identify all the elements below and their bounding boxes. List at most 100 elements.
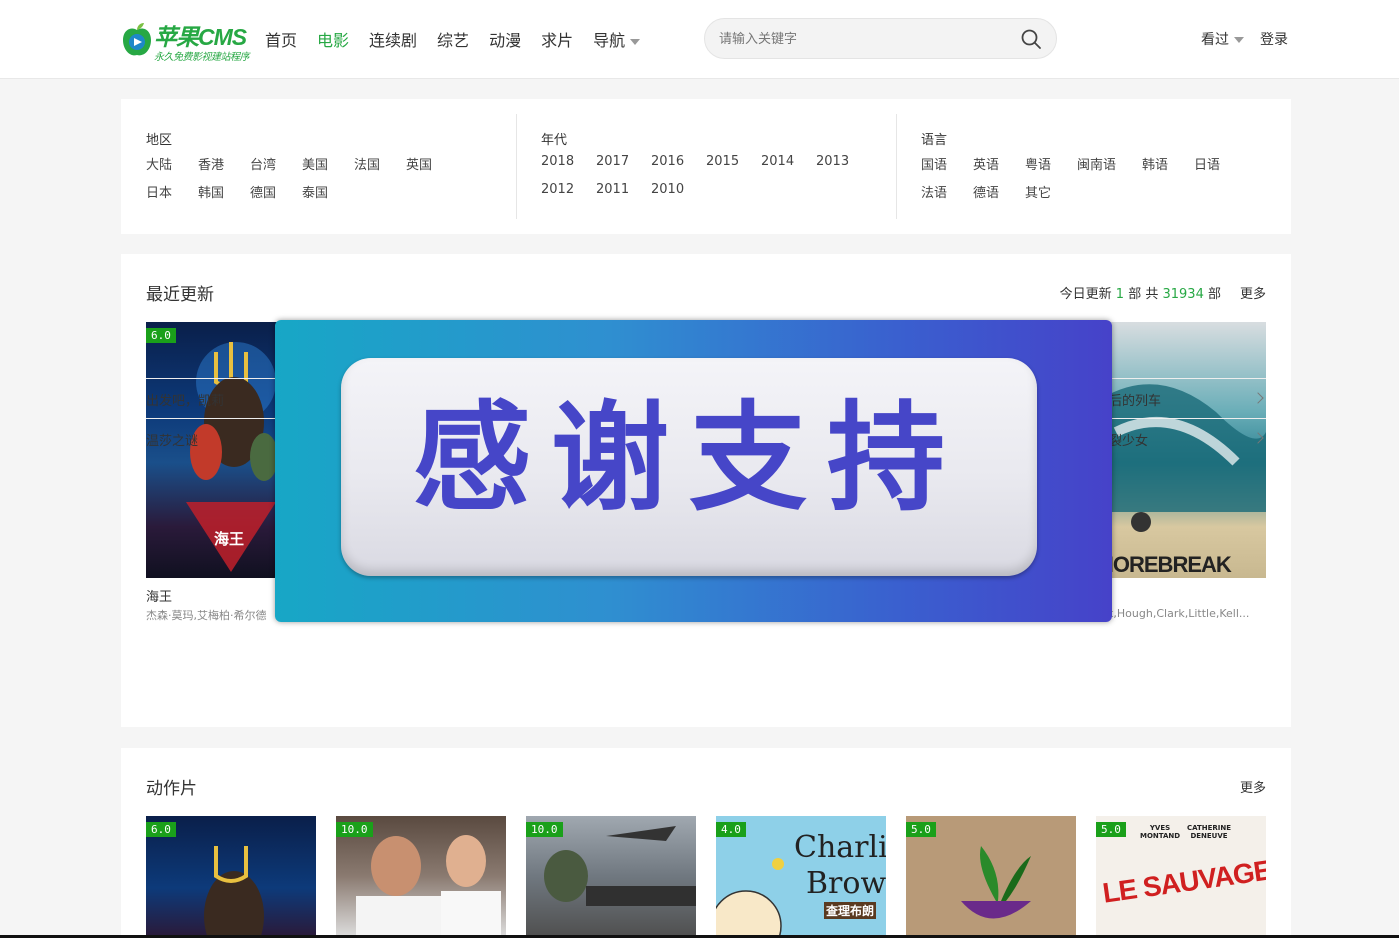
nav-series[interactable]: 连续剧	[369, 27, 417, 51]
filter-option[interactable]: 泰国	[302, 182, 354, 210]
filter-option[interactable]: 2011	[596, 182, 651, 210]
filter-option[interactable]: 日语	[1194, 154, 1246, 182]
movie-poster[interactable]: 6.0	[146, 816, 316, 936]
filter-divider	[896, 114, 897, 219]
nav-variety[interactable]: 综艺	[437, 27, 469, 51]
list-item[interactable]: 炸裂少女	[1096, 418, 1266, 458]
more-link[interactable]: 更多	[1240, 777, 1266, 796]
filter-option[interactable]: 闽南语	[1077, 154, 1142, 182]
filter-option[interactable]: 英语	[973, 154, 1025, 182]
filter-option[interactable]: 德国	[250, 182, 302, 210]
filter-option[interactable]: 大陆	[146, 154, 198, 182]
filter-option[interactable]: 2017	[596, 154, 651, 182]
list-item[interactable]: 最后的列车	[1096, 378, 1266, 418]
score-badge: 6.0	[146, 328, 176, 343]
login-link[interactable]: 登录	[1260, 29, 1288, 49]
nav-movie[interactable]: 电影	[317, 27, 349, 51]
logo-title: 苹果CMS	[154, 24, 247, 50]
section-title: 动作片	[146, 779, 197, 799]
filter-option[interactable]: 2012	[541, 182, 596, 210]
more-link[interactable]: 更多	[1240, 283, 1266, 302]
filter-language-items: 国语 英语 粤语 闽南语 韩语 日语法语 德语 其它	[921, 154, 1281, 210]
filter-region-title: 地区	[146, 133, 173, 148]
filter-option[interactable]: 英国	[406, 154, 458, 182]
filter-option[interactable]: 2013	[816, 154, 871, 182]
site-logo[interactable]: 苹果CMS 永久免费影视建站程序	[121, 16, 250, 64]
filter-language-title: 语言	[921, 133, 948, 148]
filter-option[interactable]: 法语	[921, 182, 973, 210]
movie-poster[interactable]: 10.0	[336, 816, 506, 936]
filter-option[interactable]: 2014	[761, 154, 816, 182]
filter-option[interactable]: 韩语	[1142, 154, 1194, 182]
poster-caption: HOREBREAK	[1098, 552, 1232, 577]
stats-unit: 部	[1207, 287, 1221, 302]
score-badge: 10.0	[526, 822, 563, 837]
movie-actors: rek,Hough,Clark,Little,Kell...	[1096, 607, 1250, 620]
filter-option[interactable]: 法国	[354, 154, 406, 182]
search-icon[interactable]	[1020, 28, 1042, 50]
filter-year: 年代 2018 2017 2016 2015 2014 2013 2012 2011 2010	[541, 129, 881, 210]
poster-caption: LE SAUVAGE	[1100, 854, 1266, 909]
today-count: 1	[1115, 287, 1125, 302]
filter-option[interactable]: 台湾	[250, 154, 302, 182]
movie-poster[interactable]: 5.0 YVES MONTAND CATHERINE DENEUVE LE SA…	[1096, 816, 1266, 936]
filter-option[interactable]: 德语	[973, 182, 1025, 210]
header-user-links: 看过 登录	[1201, 29, 1288, 49]
nav-guide[interactable]: 导航	[593, 27, 641, 51]
score-badge: 10.0	[336, 822, 373, 837]
poster-caption: YVES MONTAND	[1140, 824, 1181, 840]
site-header: 苹果CMS 永久免费影视建站程序 首页 电影 连续剧 综艺 动漫 求片 导航 看…	[0, 0, 1399, 79]
history-menu[interactable]: 看过	[1201, 29, 1244, 49]
movie-poster[interactable]: 4.0 Charlie Brown 查理布朗	[716, 816, 886, 936]
thanks-text: 感谢支持	[412, 389, 965, 527]
chevron-right-icon	[1252, 392, 1264, 404]
list-item-title: 温莎之谜	[146, 434, 199, 449]
filter-option[interactable]: 粤语	[1025, 154, 1077, 182]
movie-poster[interactable]: 5.0	[906, 816, 1076, 936]
poster-caption: 海王	[214, 530, 245, 548]
filter-year-title: 年代	[541, 133, 568, 148]
apple-logo-icon	[123, 23, 151, 56]
poster-caption: Brown	[806, 866, 886, 901]
search-box	[704, 18, 1057, 59]
filter-option[interactable]: 2015	[706, 154, 761, 182]
poster-caption: Charlie	[794, 830, 886, 865]
thanks-banner-button[interactable]: 感谢支持	[341, 358, 1037, 576]
list-item-title: 出发吧，凯莉	[146, 394, 225, 409]
filter-option[interactable]: 2018	[541, 154, 596, 182]
nav-anime[interactable]: 动漫	[489, 27, 521, 51]
chevron-down-icon	[630, 38, 641, 45]
filter-option[interactable]: 韩国	[198, 182, 250, 210]
chevron-down-icon	[1234, 37, 1244, 43]
filter-language: 语言 国语 英语 粤语 闽南语 韩语 日语法语 德语 其它	[921, 129, 1281, 210]
filter-panel: 地区 大陆 香港 台湾 美国 法国 英国 日本 韩国 德国 泰国 年代 2018 2017 2016 2…	[121, 99, 1291, 234]
filter-option[interactable]: 2016	[651, 154, 706, 182]
filter-option[interactable]: 香港	[198, 154, 250, 182]
filter-option[interactable]: 美国	[302, 154, 354, 182]
filter-year-items: 2018 2017 2016 2015 2014 2013 2012 2011 2010	[541, 154, 881, 210]
movie-title[interactable]: 海王	[146, 586, 172, 605]
logo-subtitle: 永久免费影视建站程序	[154, 52, 250, 63]
chevron-right-icon	[1252, 432, 1264, 444]
poster-caption: CATHERINE DENEUVE	[1186, 824, 1232, 840]
score-badge: 5.0	[906, 822, 936, 837]
history-label: 看过	[1201, 32, 1229, 48]
promo-overlay[interactable]: 感谢支持	[275, 320, 1112, 622]
filter-option[interactable]: 国语	[921, 154, 973, 182]
search-input[interactable]	[719, 29, 1009, 49]
filter-option[interactable]: 日本	[146, 182, 198, 210]
movie-poster[interactable]: 10.0	[526, 816, 696, 936]
nav-request[interactable]: 求片	[541, 27, 573, 51]
filter-option[interactable]: 2010	[651, 182, 706, 210]
filter-option[interactable]: 其它	[1025, 182, 1077, 210]
score-badge: 6.0	[146, 822, 176, 837]
nav-guide-label: 导航	[593, 31, 626, 50]
main-nav: 首页 电影 连续剧 综艺 动漫 求片 导航	[265, 27, 641, 51]
update-stats: 今日更新 1 部 共 31934 部	[1060, 283, 1221, 302]
nav-home[interactable]: 首页	[265, 27, 297, 51]
section-title: 最近更新	[146, 285, 214, 305]
score-badge: 5.0	[1096, 822, 1126, 837]
stats-unit: 部 共	[1128, 287, 1159, 302]
filter-region: 地区 大陆 香港 台湾 美国 法国 英国日本 韩国 德国 泰国	[146, 129, 506, 210]
filter-divider	[516, 114, 517, 219]
